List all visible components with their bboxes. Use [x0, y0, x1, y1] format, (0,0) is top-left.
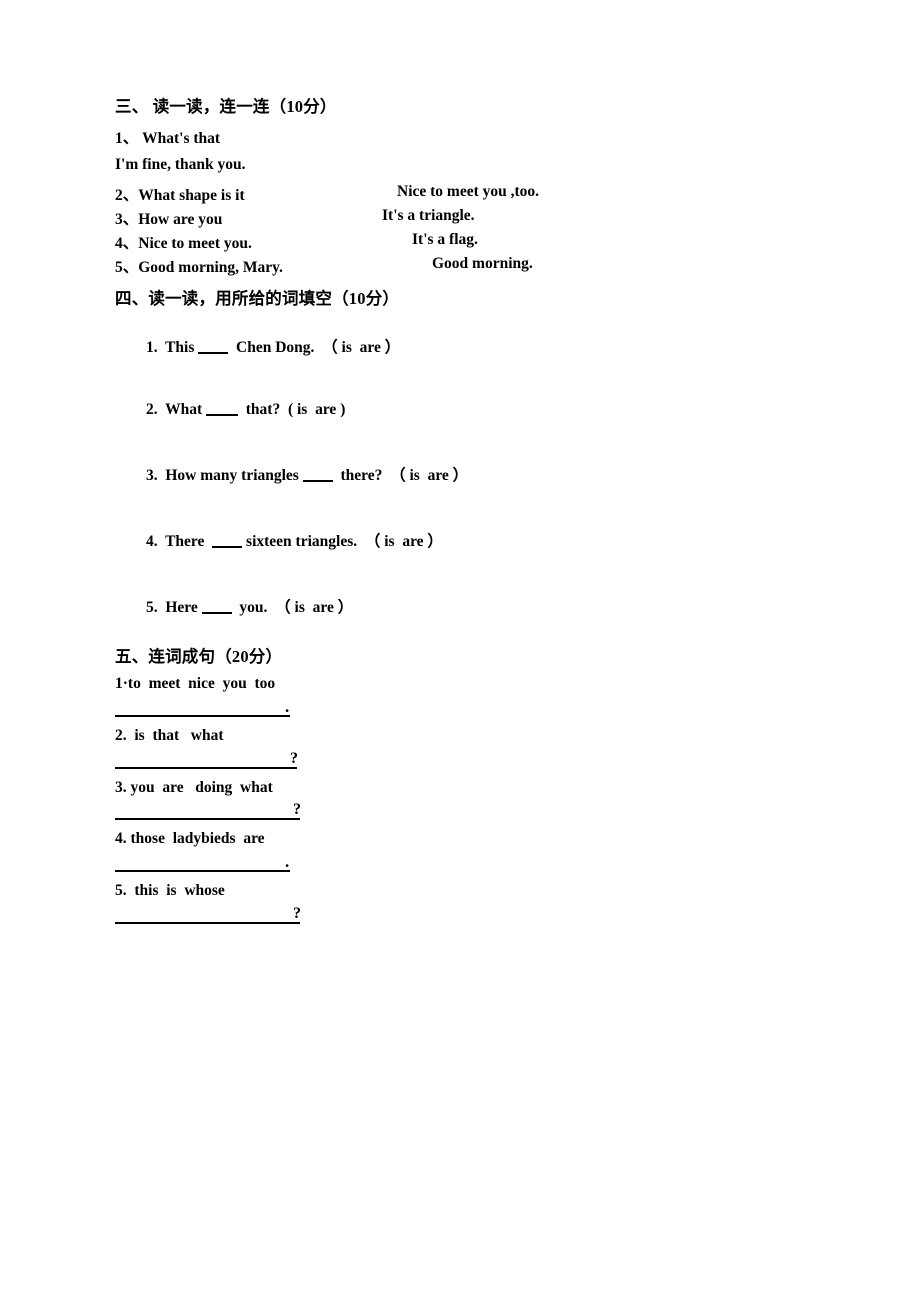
- sentence-build-prompt: 3. you are doing what: [115, 778, 273, 796]
- answer-punctuation: .: [285, 852, 290, 872]
- answer-punctuation: ?: [293, 905, 301, 923]
- match-row-right: Nice to meet you ,too.: [397, 183, 540, 200]
- blank-underline[interactable]: [198, 352, 229, 354]
- answer-rule[interactable]: [115, 714, 290, 717]
- blank-underline[interactable]: [212, 546, 243, 548]
- sentence-build-item: 4. those ladybieds are .: [115, 830, 875, 880]
- worksheet-content: 三、 读一读，连一连（10分） 1、 What's that I'm fine,…: [115, 93, 875, 934]
- match-row-left: 3、How are you: [115, 211, 223, 228]
- fill-blank-item: 5. Here you. （ is are ）: [115, 577, 875, 635]
- sentence-build-item: 2. is that what ?: [115, 727, 875, 777]
- sentence-build-list: 1·to meet nice you too . 2. is that what…: [115, 675, 875, 932]
- sentence-build-item: 5. this is whose ?: [115, 882, 875, 932]
- match-row-left: 2、What shape is it: [115, 187, 245, 204]
- match-row-left: 5、Good morning, Mary.: [115, 259, 283, 276]
- sentence-build-prompt: 5. this is whose: [115, 882, 225, 900]
- worksheet-page: 三、 读一读，连一连（10分） 1、 What's that I'm fine,…: [0, 0, 920, 1302]
- answer-rule[interactable]: [115, 818, 300, 821]
- match-row: 4、Nice to meet you. It's a flag.: [115, 231, 875, 255]
- sentence-build-answer[interactable]: .: [115, 695, 875, 725]
- blank-underline[interactable]: [302, 480, 333, 482]
- fill-blank-item: 4. There sixteen triangles. （ is are ）: [115, 511, 875, 569]
- sentence-build-answer[interactable]: ?: [115, 902, 875, 932]
- match-item-1-left: 1、 What's that: [115, 130, 221, 147]
- blank-underline[interactable]: [206, 414, 239, 416]
- fill-blank-item: 3. How many triangles there? （ is are ）: [115, 445, 875, 503]
- answer-punctuation: ?: [290, 749, 298, 767]
- answer-rule[interactable]: [115, 870, 290, 873]
- match-row-right: It's a triangle.: [382, 207, 475, 224]
- fill-blank-before: 4. There: [146, 533, 213, 550]
- sentence-build-prompt: 1·to meet nice you too: [115, 675, 276, 692]
- sentence-build-answer[interactable]: ?: [115, 798, 875, 828]
- fill-blank-after: there? （ is are ）: [332, 467, 469, 484]
- answer-rule[interactable]: [115, 922, 300, 925]
- fill-blank-item: 2. What that? ( is are ): [115, 383, 875, 437]
- blank-underline[interactable]: [201, 612, 232, 614]
- fill-blank-after: sixteen triangles. （ is are ）: [242, 533, 443, 550]
- sentence-build-item: 1·to meet nice you too .: [115, 675, 875, 725]
- answer-rule[interactable]: [115, 766, 297, 769]
- match-row-right: Good morning.: [432, 255, 533, 272]
- match-item-1-answer-text: I'm fine, thank you.: [115, 156, 246, 173]
- match-row-left: 4、Nice to meet you.: [115, 235, 252, 252]
- section-three-heading: 三、 读一读，连一连（10分）: [115, 97, 337, 116]
- fill-blank-before: 3. How many triangles: [146, 467, 303, 484]
- section-four-heading: 四、读一读，用所给的词填空（10分）: [115, 289, 400, 308]
- sentence-build-answer[interactable]: ?: [115, 747, 875, 777]
- sentence-build-prompt: 4. those ladybieds are: [115, 830, 265, 848]
- fill-blank-after: Chen Dong. （ is are ）: [228, 339, 401, 356]
- match-row: 5、Good morning, Mary. Good morning.: [115, 255, 875, 281]
- match-row-right: It's a flag.: [412, 231, 478, 248]
- fill-blank-before: 2. What: [146, 401, 207, 418]
- sentence-build-answer[interactable]: .: [115, 850, 875, 880]
- fill-blank-after: you. （ is are ）: [231, 599, 354, 616]
- answer-punctuation: .: [285, 696, 290, 716]
- match-row: 2、What shape is it Nice to meet you ,too…: [115, 183, 875, 207]
- match-rows-container: 2、What shape is it Nice to meet you ,too…: [115, 183, 875, 281]
- fill-blank-list: 1. This Chen Dong. （ is are ） 2. What th…: [115, 317, 875, 635]
- sentence-build-prompt: 2. is that what: [115, 726, 224, 744]
- sentence-build-item: 3. you are doing what ?: [115, 779, 875, 829]
- section-five-heading: 五、连词成句（20分）: [115, 647, 283, 666]
- fill-blank-after: that? ( is are ): [238, 401, 346, 418]
- match-row: 3、How are you It's a triangle.: [115, 207, 875, 231]
- answer-punctuation: ?: [293, 801, 301, 819]
- fill-blank-before: 1. This: [146, 339, 199, 356]
- fill-blank-before: 5. Here: [146, 599, 202, 616]
- fill-blank-item: 1. This Chen Dong. （ is are ）: [115, 317, 875, 375]
